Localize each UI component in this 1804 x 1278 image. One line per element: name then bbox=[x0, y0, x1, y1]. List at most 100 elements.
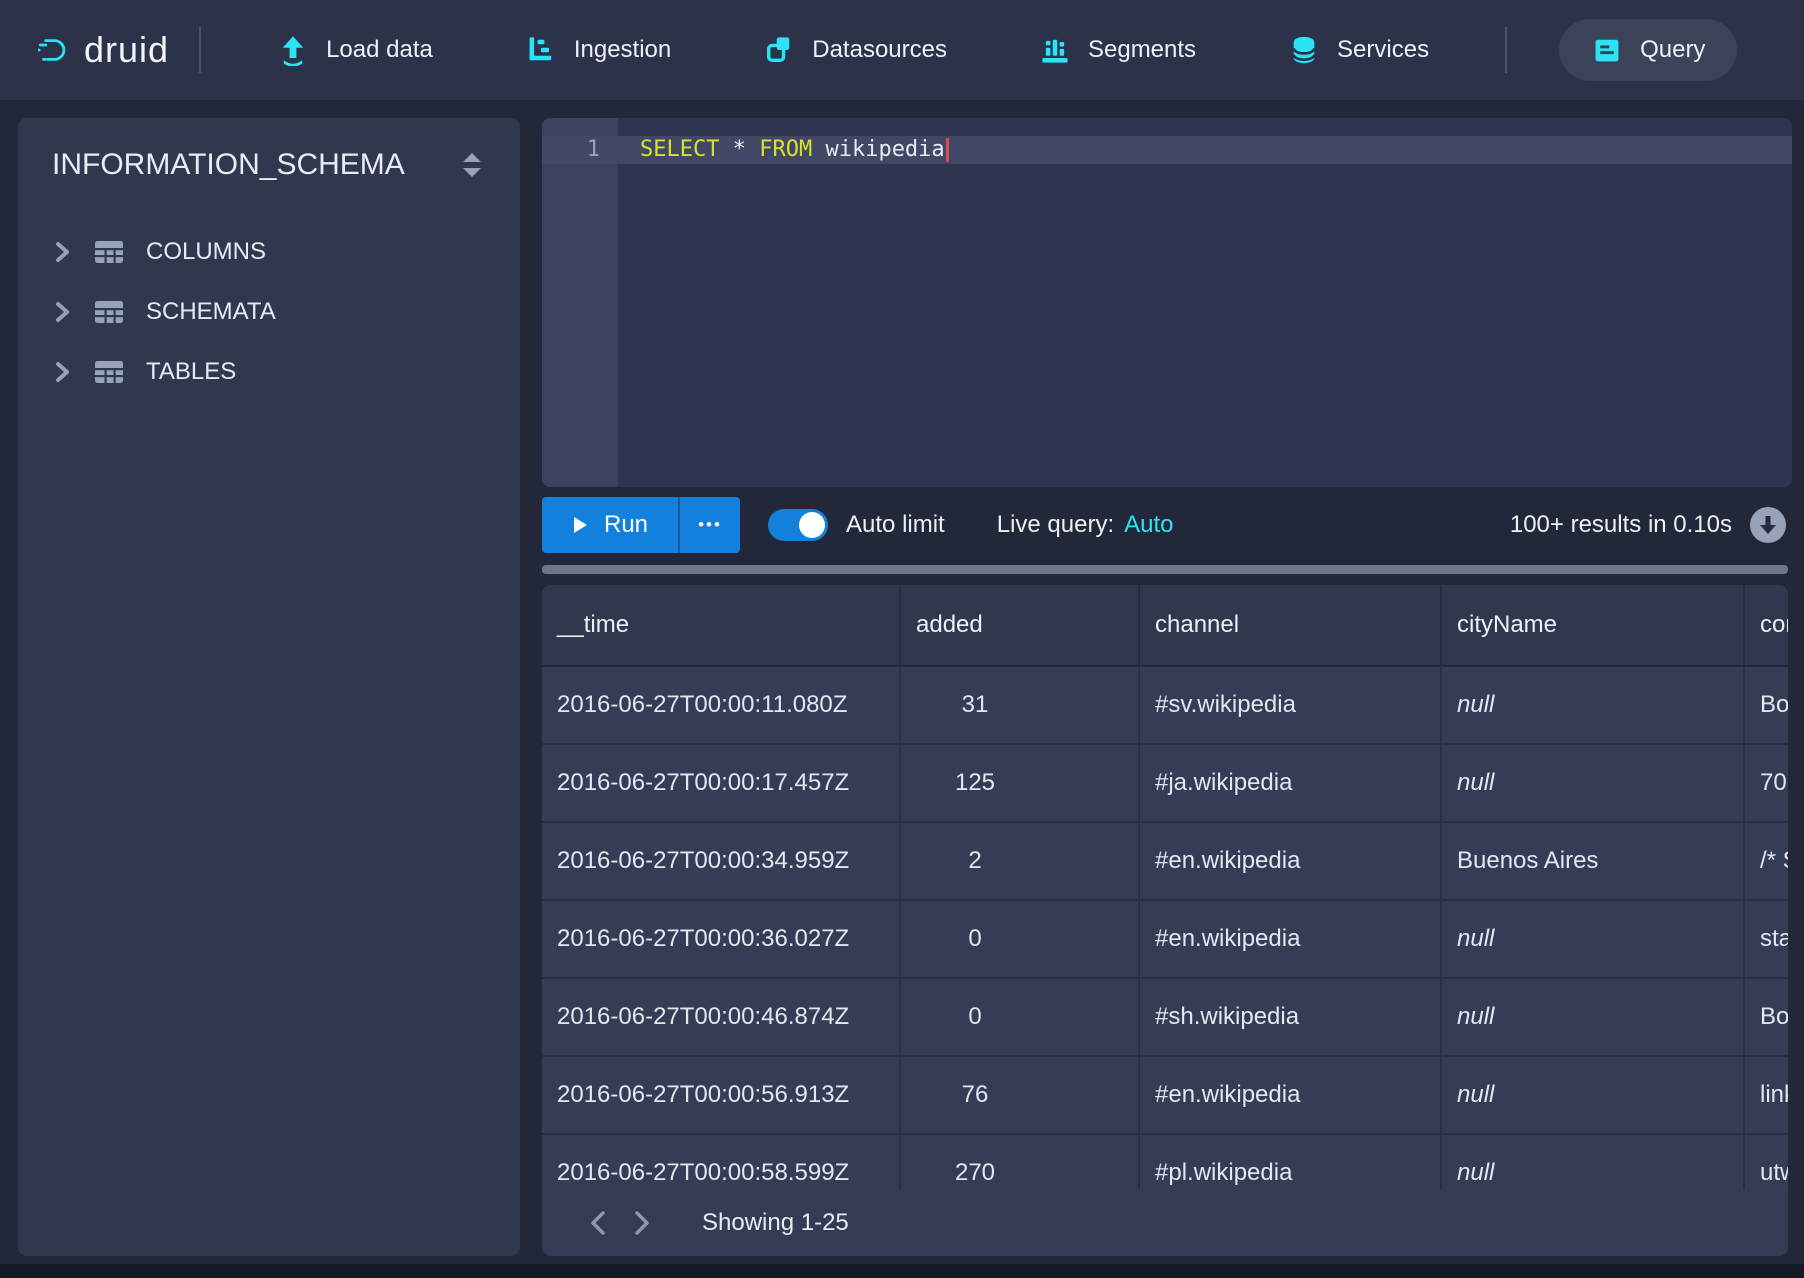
schema-header: INFORMATION_SCHEMA bbox=[18, 118, 520, 182]
schema-title: INFORMATION_SCHEMA bbox=[52, 148, 405, 182]
nav-item-query-active[interactable]: Query bbox=[1559, 19, 1737, 81]
nav-divider bbox=[1505, 27, 1507, 73]
cell-channel[interactable]: #ja.wikipedia bbox=[1140, 745, 1442, 821]
brand-name: druid bbox=[84, 29, 169, 71]
cell-time[interactable]: 2016-06-27T00:00:17.457Z bbox=[542, 745, 901, 821]
cell-time[interactable]: 2016-06-27T00:00:34.959Z bbox=[542, 823, 901, 899]
cell-cityname[interactable]: null bbox=[1442, 1135, 1745, 1190]
druid-brand[interactable]: druid bbox=[38, 29, 169, 71]
column-header-comment[interactable]: comment bbox=[1745, 585, 1788, 665]
run-more-button[interactable]: ••• bbox=[680, 497, 740, 553]
cell-time[interactable]: 2016-06-27T00:00:11.080Z bbox=[542, 667, 901, 743]
sql-code-line[interactable]: SELECT * FROM wikipedia bbox=[640, 136, 949, 164]
sql-text: wikipedia bbox=[812, 137, 944, 162]
chevron-left-icon bbox=[588, 1210, 608, 1236]
cell-cityname[interactable]: Buenos Aires bbox=[1442, 823, 1745, 899]
nav-item-label: Services bbox=[1337, 36, 1429, 64]
play-icon bbox=[572, 516, 588, 534]
cell-cityname[interactable]: null bbox=[1442, 901, 1745, 977]
sql-text: * bbox=[719, 137, 759, 162]
chevron-right-icon bbox=[54, 241, 70, 263]
schema-tree: COLUMNS SCHEMATA bbox=[18, 222, 520, 402]
line-number: 1 bbox=[542, 136, 600, 164]
next-page-button[interactable] bbox=[620, 1201, 664, 1245]
nav-item-label: Segments bbox=[1088, 36, 1196, 64]
chevron-right-icon bbox=[632, 1210, 652, 1236]
table-row: 2016-06-27T00:00:11.080Z 31 #sv.wikipedi… bbox=[542, 667, 1788, 745]
column-header-time[interactable]: __time bbox=[542, 585, 901, 665]
nav-item-services[interactable]: Services bbox=[1242, 0, 1475, 100]
results-body: 2016-06-27T00:00:11.080Z 31 #sv.wikipedi… bbox=[542, 667, 1788, 1190]
nav-item-load-data[interactable]: Load data bbox=[231, 0, 479, 100]
cell-time[interactable]: 2016-06-27T00:00:56.913Z bbox=[542, 1057, 901, 1133]
run-split-button: Run ••• bbox=[542, 497, 740, 553]
nav-item-segments[interactable]: Segments bbox=[993, 0, 1242, 100]
table-row: 2016-06-27T00:00:34.959Z 2 #en.wikipedia… bbox=[542, 823, 1788, 901]
auto-limit-label: Auto limit bbox=[846, 511, 945, 539]
tree-item-columns[interactable]: COLUMNS bbox=[18, 222, 520, 282]
live-query-value[interactable]: Auto bbox=[1124, 511, 1173, 539]
download-arrow-icon bbox=[1759, 515, 1777, 535]
previous-page-button[interactable] bbox=[576, 1201, 620, 1245]
nav-item-datasources[interactable]: Datasources bbox=[717, 0, 993, 100]
tree-item-label: COLUMNS bbox=[146, 238, 266, 266]
cell-channel[interactable]: #en.wikipedia bbox=[1140, 823, 1442, 899]
cell-added[interactable]: 76 bbox=[901, 1057, 1140, 1133]
column-header-cityname[interactable]: cityName bbox=[1442, 585, 1745, 665]
cell-comment[interactable]: Bot bbox=[1745, 667, 1788, 743]
text-cursor bbox=[946, 138, 949, 162]
cell-added[interactable]: 0 bbox=[901, 901, 1140, 977]
double-caret-vertical-icon[interactable] bbox=[460, 151, 484, 179]
cell-comment[interactable]: Bot bbox=[1745, 979, 1788, 1055]
cell-channel[interactable]: #pl.wikipedia bbox=[1140, 1135, 1442, 1190]
query-run-bar: Run ••• Auto limit Live query: Auto 100+… bbox=[542, 487, 1788, 563]
table-row: 2016-06-27T00:00:36.027Z 0 #en.wikipedia… bbox=[542, 901, 1788, 979]
results-panel: __time added channel cityName comment 20… bbox=[542, 585, 1788, 1256]
cell-added[interactable]: 0 bbox=[901, 979, 1140, 1055]
cell-channel[interactable]: #sh.wikipedia bbox=[1140, 979, 1442, 1055]
druid-console: druid Load data Ingestion Dataso bbox=[0, 0, 1804, 1278]
load-data-icon bbox=[277, 34, 309, 66]
sql-editor[interactable]: 1 SELECT * FROM wikipedia bbox=[542, 118, 1792, 487]
nav-divider bbox=[199, 27, 201, 73]
tree-item-tables[interactable]: TABLES bbox=[18, 342, 520, 402]
column-header-channel[interactable]: channel bbox=[1140, 585, 1442, 665]
cell-time[interactable]: 2016-06-27T00:00:58.599Z bbox=[542, 1135, 901, 1190]
cell-comment[interactable]: utw bbox=[1745, 1135, 1788, 1190]
tree-item-schemata[interactable]: SCHEMATA bbox=[18, 282, 520, 342]
table-row: 2016-06-27T00:00:17.457Z 125 #ja.wikiped… bbox=[542, 745, 1788, 823]
run-button[interactable]: Run bbox=[542, 497, 678, 553]
cell-time[interactable]: 2016-06-27T00:00:36.027Z bbox=[542, 901, 901, 977]
results-stat: 100+ results in 0.10s bbox=[1510, 511, 1732, 539]
cell-comment[interactable]: /* S bbox=[1745, 823, 1788, 899]
datasources-icon bbox=[763, 34, 795, 66]
cell-channel[interactable]: #en.wikipedia bbox=[1140, 1057, 1442, 1133]
results-footer: Showing 1-25 bbox=[542, 1190, 1788, 1256]
cell-time[interactable]: 2016-06-27T00:00:46.874Z bbox=[542, 979, 901, 1055]
cell-channel[interactable]: #sv.wikipedia bbox=[1140, 667, 1442, 743]
cell-added[interactable]: 270 bbox=[901, 1135, 1140, 1190]
cell-comment[interactable]: stat bbox=[1745, 901, 1788, 977]
nav-item-label: Load data bbox=[326, 36, 433, 64]
table-icon bbox=[94, 240, 124, 264]
cell-cityname[interactable]: null bbox=[1442, 979, 1745, 1055]
nav-item-ingestion[interactable]: Ingestion bbox=[479, 0, 717, 100]
top-navbar: druid Load data Ingestion Dataso bbox=[0, 0, 1804, 100]
horizontal-scrollbar[interactable] bbox=[542, 565, 1788, 574]
sql-keyword: FROM bbox=[759, 137, 812, 162]
cell-cityname[interactable]: null bbox=[1442, 745, 1745, 821]
cell-channel[interactable]: #en.wikipedia bbox=[1140, 901, 1442, 977]
editor-gutter bbox=[542, 118, 618, 487]
nav-item-label: Datasources bbox=[812, 36, 947, 64]
cell-added[interactable]: 125 bbox=[901, 745, 1140, 821]
cell-added[interactable]: 2 bbox=[901, 823, 1140, 899]
auto-limit-toggle[interactable] bbox=[768, 509, 828, 541]
download-results-button[interactable] bbox=[1750, 507, 1786, 543]
cell-cityname[interactable]: null bbox=[1442, 1057, 1745, 1133]
cell-comment[interactable]: link bbox=[1745, 1057, 1788, 1133]
chevron-right-icon bbox=[54, 361, 70, 383]
column-header-added[interactable]: added bbox=[901, 585, 1140, 665]
cell-added[interactable]: 31 bbox=[901, 667, 1140, 743]
cell-cityname[interactable]: null bbox=[1442, 667, 1745, 743]
cell-comment[interactable]: 70: bbox=[1745, 745, 1788, 821]
